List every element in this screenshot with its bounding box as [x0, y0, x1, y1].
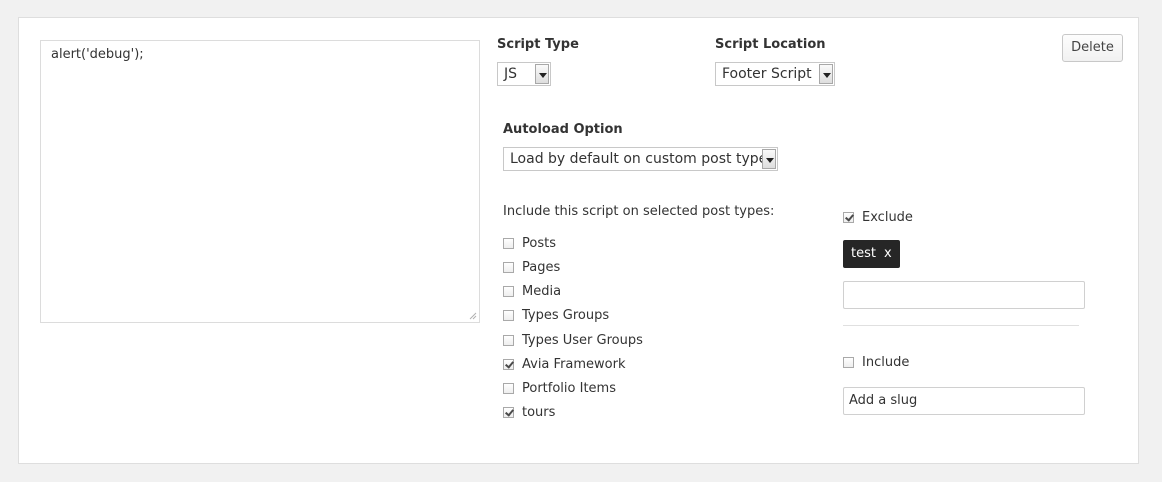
post-type-types-user-groups[interactable]: Types User Groups — [503, 331, 643, 349]
delete-button[interactable]: Delete — [1062, 34, 1123, 62]
resize-grip-icon[interactable] — [469, 312, 477, 320]
chevron-down-icon[interactable] — [762, 149, 776, 169]
script-settings-panel: alert('debug'); Script Type JS Script Lo… — [18, 17, 1139, 464]
script-location-select[interactable]: Footer Script — [715, 62, 835, 86]
post-type-label: Types User Groups — [522, 332, 643, 348]
post-type-label: Types Groups — [522, 307, 610, 323]
post-type-label: Pages — [522, 259, 561, 275]
exclude-checkbox[interactable] — [843, 211, 854, 223]
checkbox[interactable] — [503, 237, 514, 249]
tag-test: test x — [843, 240, 900, 268]
post-type-types-groups[interactable]: Types Groups — [503, 306, 609, 324]
script-location-label: Script Location — [715, 37, 826, 52]
include-toggle[interactable]: Include — [843, 353, 909, 371]
autoload-option-label: Autoload Option — [503, 122, 623, 137]
checkbox-checked[interactable] — [503, 406, 514, 418]
script-type-value: JS — [504, 66, 518, 82]
script-type-label: Script Type — [497, 37, 579, 52]
post-type-media[interactable]: Media — [503, 282, 561, 300]
include-checkbox[interactable] — [843, 356, 854, 368]
post-types-heading: Include this script on selected post typ… — [503, 204, 775, 219]
post-type-pages[interactable]: Pages — [503, 258, 560, 276]
exclude-toggle[interactable]: Exclude — [843, 208, 913, 226]
chevron-down-icon[interactable] — [819, 64, 833, 84]
script-type-select[interactable]: JS — [497, 62, 551, 86]
include-input-placeholder: Add a slug — [849, 393, 918, 408]
code-text: alert('debug'); — [51, 47, 144, 62]
chevron-down-icon[interactable] — [535, 64, 549, 84]
post-type-avia-framework[interactable]: Avia Framework — [503, 355, 626, 373]
post-type-label: Portfolio Items — [522, 380, 616, 396]
post-type-posts[interactable]: Posts — [503, 234, 556, 252]
include-slug-input[interactable]: Add a slug — [843, 387, 1085, 415]
autoload-option-value: Load by default on custom post types — [510, 151, 775, 167]
checkbox[interactable] — [503, 285, 514, 297]
remove-tag-icon[interactable]: x — [884, 240, 892, 268]
include-label: Include — [862, 354, 910, 370]
exclude-slug-input[interactable] — [843, 281, 1085, 309]
checkbox[interactable] — [503, 382, 514, 394]
tag-label: test — [851, 246, 876, 261]
post-type-label: Avia Framework — [522, 356, 626, 372]
exclude-label: Exclude — [862, 209, 913, 225]
code-editor-textarea[interactable]: alert('debug'); — [40, 40, 480, 323]
divider — [843, 325, 1079, 326]
post-type-label: tours — [522, 404, 556, 420]
autoload-option-select[interactable]: Load by default on custom post types — [503, 147, 778, 171]
post-type-tours[interactable]: tours — [503, 403, 555, 421]
post-type-label: Posts — [522, 235, 556, 251]
checkbox[interactable] — [503, 309, 514, 321]
post-type-label: Media — [522, 283, 562, 299]
post-type-portfolio-items[interactable]: Portfolio Items — [503, 379, 616, 397]
checkbox[interactable] — [503, 261, 514, 273]
script-location-value: Footer Script — [722, 66, 812, 82]
checkbox[interactable] — [503, 334, 514, 346]
checkbox-checked[interactable] — [503, 358, 514, 370]
